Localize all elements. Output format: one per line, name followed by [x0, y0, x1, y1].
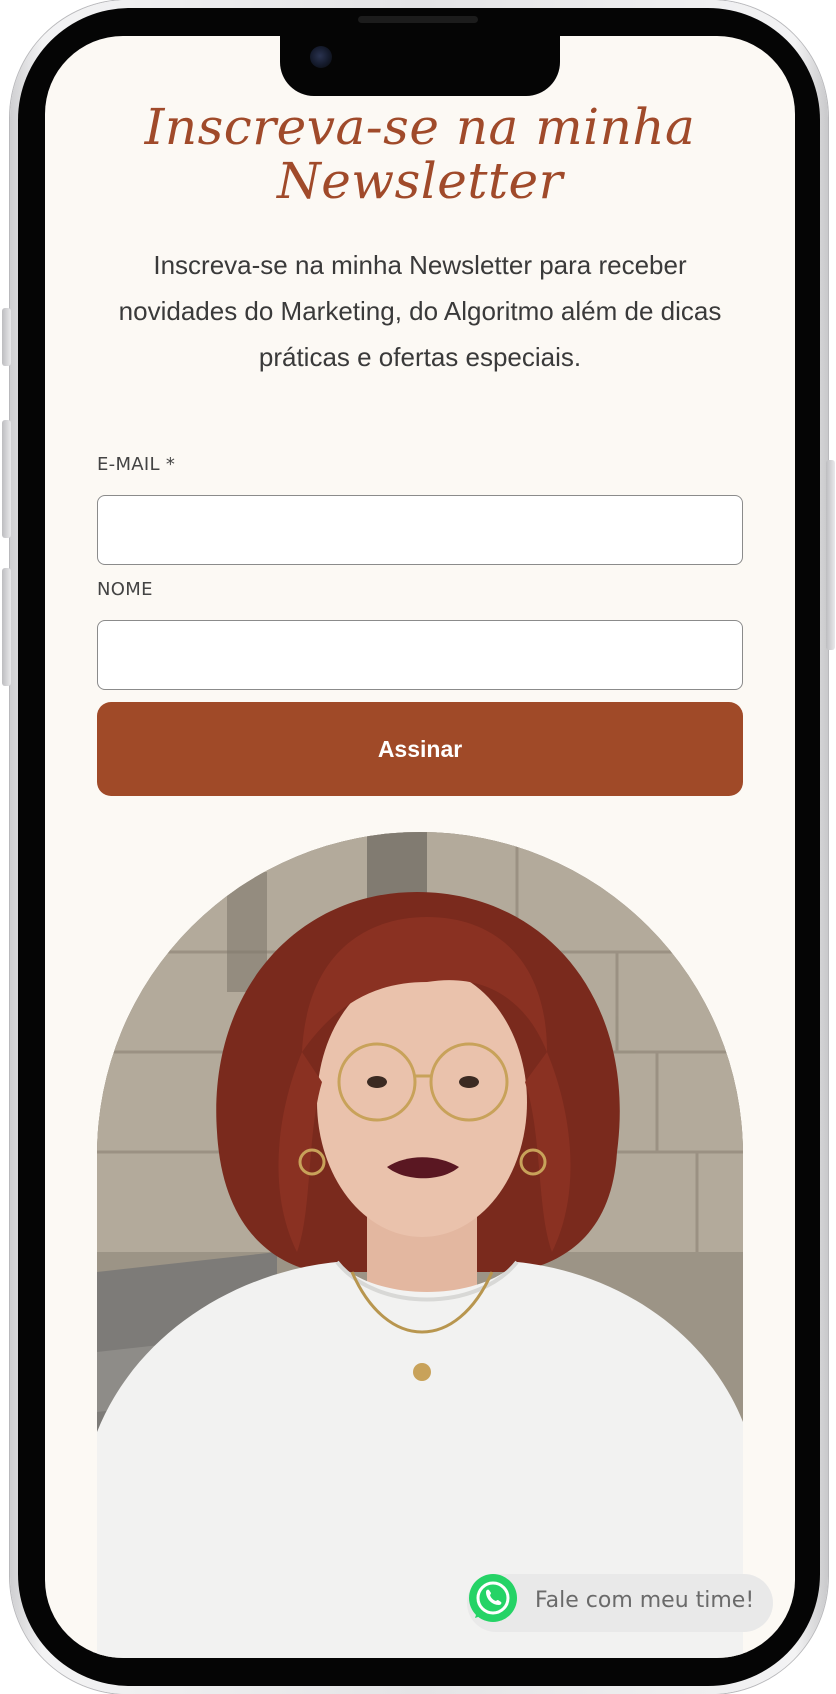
- whatsapp-label: Fale com meu time!: [535, 1588, 755, 1613]
- whatsapp-chat-button[interactable]: Fale com meu time!: [467, 1574, 773, 1632]
- notch: [280, 36, 560, 96]
- page-title: Inscreva-se na minha Newsletter: [144, 98, 696, 210]
- whatsapp-icon: [469, 1574, 517, 1622]
- volume-up-button: [2, 420, 11, 538]
- volume-down-button: [2, 568, 11, 686]
- email-field[interactable]: [97, 495, 743, 565]
- front-camera-icon: [310, 46, 332, 68]
- phone-screen: Inscreva-se na minha Newsletter Inscreva…: [45, 36, 795, 1658]
- name-field[interactable]: [97, 620, 743, 690]
- intro-text: Inscreva-se na minha Newsletter para rec…: [118, 250, 722, 372]
- portrait-illustration: [97, 832, 743, 1658]
- name-label: NOME: [97, 579, 153, 600]
- subscribe-button[interactable]: Assinar: [97, 702, 743, 796]
- portrait-photo: [97, 832, 743, 1658]
- power-button: [826, 460, 835, 650]
- earpiece-speaker: [358, 16, 478, 23]
- email-label: E-MAIL *: [97, 454, 176, 475]
- silent-switch: [2, 308, 11, 366]
